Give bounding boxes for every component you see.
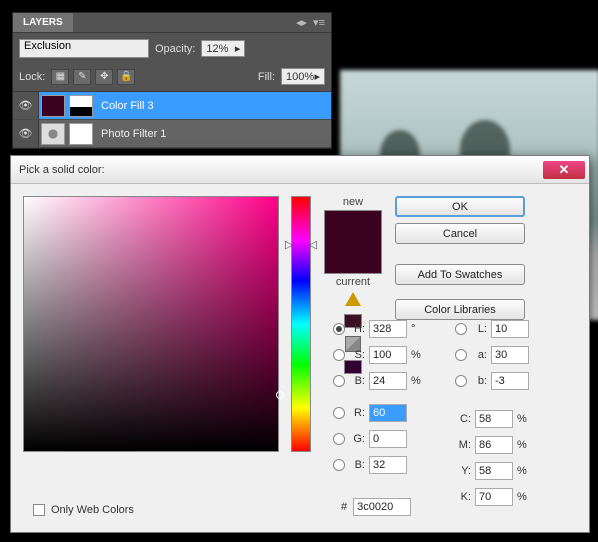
cmyk-fields: C:% M:% Y:% K:%	[455, 406, 531, 510]
pct-unit: %	[411, 375, 425, 387]
layers-tab[interactable]: LAYERS	[13, 13, 73, 32]
s-label: S:	[349, 349, 365, 361]
pct-unit: %	[517, 491, 531, 503]
lock-icons: ▦ ✎ ✥ 🔒	[51, 69, 135, 85]
hex-field: #	[341, 498, 411, 516]
sv-handle[interactable]	[276, 391, 284, 399]
h-input[interactable]	[369, 320, 407, 338]
layers-lock-row: Lock: ▦ ✎ ✥ 🔒 Fill: 100% ▸	[13, 64, 331, 92]
y-label: Y:	[455, 465, 471, 477]
layers-options-row: Exclusion Opacity: 12% ▸	[13, 33, 331, 64]
hue-handle[interactable]: ▷◁	[285, 238, 317, 251]
opacity-label: Opacity:	[155, 43, 195, 55]
h-label: H:	[349, 323, 365, 335]
c-input[interactable]	[475, 410, 513, 428]
add-swatches-button[interactable]: Add To Swatches	[395, 264, 525, 285]
m-label: M:	[455, 439, 471, 451]
a-radio[interactable]	[455, 349, 467, 361]
layer-row[interactable]: 👁 Color Fill 3	[13, 92, 331, 120]
deg-unit: °	[411, 323, 425, 335]
bri-radio[interactable]	[333, 375, 345, 387]
g-input[interactable]	[369, 430, 407, 448]
k-label: K:	[455, 491, 471, 503]
blend-mode-select[interactable]: Exclusion	[19, 39, 149, 58]
r-label: R:	[349, 407, 365, 419]
y-input[interactable]	[475, 462, 513, 480]
l-label: L:	[471, 323, 487, 335]
r-input[interactable]	[369, 404, 407, 422]
l-radio[interactable]	[455, 323, 467, 335]
lock-all-icon[interactable]: 🔒	[117, 69, 135, 85]
layers-header: LAYERS ◂▸ ▾≡	[13, 13, 331, 33]
b-label: B:	[349, 375, 365, 387]
c-label: C:	[455, 413, 471, 425]
lock-position-icon[interactable]: ✥	[95, 69, 113, 85]
lock-transparency-icon[interactable]: ▦	[51, 69, 69, 85]
only-web-label: Only Web Colors	[51, 504, 134, 516]
current-color-swatch[interactable]	[325, 242, 381, 273]
g-label: G:	[349, 433, 365, 445]
b2-input[interactable]	[369, 456, 407, 474]
pct-unit: %	[517, 439, 531, 451]
hue-radio[interactable]	[333, 323, 345, 335]
lab-b-label: b:	[471, 375, 487, 387]
dialog-title: Pick a solid color:	[19, 164, 105, 176]
layer-name[interactable]: Photo Filter 1	[95, 128, 166, 140]
layer-row[interactable]: 👁 Photo Filter 1	[13, 120, 331, 148]
layer-name[interactable]: Color Fill 3	[95, 100, 154, 112]
pct-unit: %	[517, 413, 531, 425]
hue-slider[interactable]	[291, 196, 311, 452]
l-input[interactable]	[491, 320, 529, 338]
lab-b-radio[interactable]	[455, 375, 467, 387]
a-input[interactable]	[491, 346, 529, 364]
pct-unit: %	[411, 349, 425, 361]
layer-mask-thumb[interactable]	[69, 123, 93, 145]
visibility-icon[interactable]: 👁	[13, 120, 39, 147]
b-input[interactable]	[369, 372, 407, 390]
layers-panel: LAYERS ◂▸ ▾≡ Exclusion Opacity: 12% ▸ Lo…	[12, 12, 332, 149]
panel-menu-icon[interactable]: ▾≡	[313, 16, 325, 29]
layer-thumb[interactable]	[41, 123, 65, 145]
lock-paint-icon[interactable]: ✎	[73, 69, 91, 85]
s-input[interactable]	[369, 346, 407, 364]
close-icon[interactable]: ✕	[543, 161, 585, 179]
pct-unit: %	[517, 465, 531, 477]
opacity-value[interactable]: 12% ▸	[201, 40, 245, 57]
b2-label: B:	[349, 459, 365, 471]
sat-radio[interactable]	[333, 349, 345, 361]
hex-input[interactable]	[353, 498, 411, 516]
k-input[interactable]	[475, 488, 513, 506]
layers-list: 👁 Color Fill 3 👁 Photo Filter 1	[13, 92, 331, 148]
layer-thumb[interactable]	[41, 95, 65, 117]
only-web-colors[interactable]: Only Web Colors	[33, 504, 134, 516]
color-picker-dialog: Pick a solid color: ✕ ▷◁ new current	[10, 155, 590, 533]
lock-label: Lock:	[19, 71, 45, 83]
fill-label: Fill:	[258, 71, 275, 83]
gamut-warning-icon[interactable]	[345, 292, 361, 306]
m-input[interactable]	[475, 436, 513, 454]
current-label: current	[323, 276, 383, 288]
color-preview	[324, 210, 382, 274]
hex-label: #	[341, 501, 347, 513]
r-radio[interactable]	[333, 407, 345, 419]
lab-b-input[interactable]	[491, 372, 529, 390]
panel-collapse-icon[interactable]: ◂▸	[296, 16, 307, 29]
cancel-button[interactable]: Cancel	[395, 223, 525, 244]
fill-value[interactable]: 100% ▸	[281, 68, 325, 85]
saturation-value-field[interactable]	[23, 196, 279, 452]
dialog-titlebar[interactable]: Pick a solid color: ✕	[11, 156, 589, 184]
ok-button[interactable]: OK	[395, 196, 525, 217]
g-radio[interactable]	[333, 433, 345, 445]
layer-mask-thumb[interactable]	[69, 95, 93, 117]
b2-radio[interactable]	[333, 459, 345, 471]
only-web-checkbox[interactable]	[33, 504, 45, 516]
visibility-icon[interactable]: 👁	[13, 92, 39, 119]
a-label: a:	[471, 349, 487, 361]
new-label: new	[323, 196, 383, 208]
new-color-swatch	[325, 211, 381, 242]
